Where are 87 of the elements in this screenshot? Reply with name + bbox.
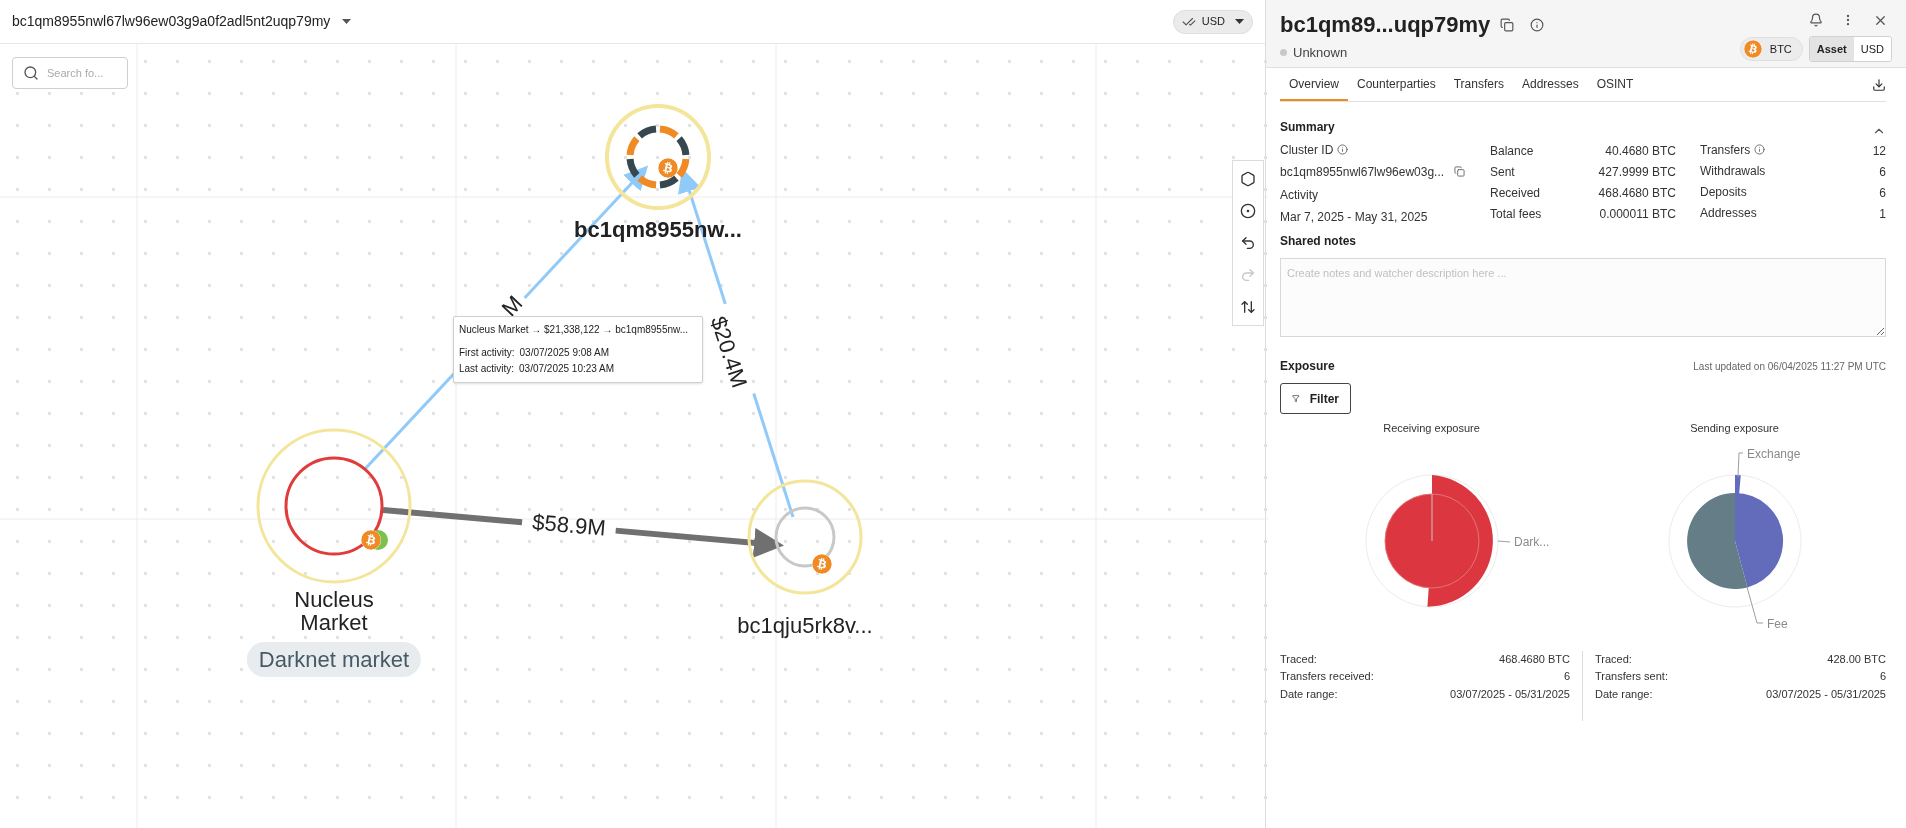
stat-value: 40.4680 BTC	[1605, 143, 1676, 157]
entity-node[interactable]	[256, 428, 412, 584]
tooltip-value: 03/07/2025 9:08 AM	[519, 346, 610, 360]
field-label: Cluster ID	[1280, 141, 1334, 159]
stat-label: Deposits	[1700, 183, 1747, 201]
stat-label: Transfers sent:	[1595, 669, 1668, 684]
panel-tab[interactable]: Addresses	[1512, 68, 1588, 101]
unit-toggle[interactable]: Asset	[1809, 37, 1854, 61]
caret-icon[interactable]	[342, 19, 352, 24]
chart-title: Sending exposure	[1690, 421, 1779, 436]
stat-label: Total fees	[1490, 206, 1542, 220]
stat-value: 6	[1563, 669, 1570, 684]
copy-icon[interactable]	[1454, 166, 1466, 177]
stat-label: Transfers received:	[1280, 669, 1374, 684]
stat-value: 03/07/2025 - 05/31/2025	[1450, 686, 1570, 702]
status-label: Unknown	[1293, 44, 1348, 62]
copy-icon[interactable]	[1500, 17, 1515, 32]
stat-value: 427.9999 BTC	[1598, 164, 1676, 178]
stat-value: 1	[1879, 206, 1886, 220]
stat-label: Date range:	[1595, 686, 1653, 702]
edge-amount: $20.4M	[704, 312, 754, 392]
edge-amount: $58.9M	[531, 508, 607, 543]
stat-label: Traced:	[1280, 651, 1317, 667]
chart-label: Exchange	[1746, 446, 1800, 461]
node-label: Nucleus Market	[293, 588, 375, 634]
bell-icon[interactable]	[1809, 13, 1823, 27]
filter-button[interactable]: Filter	[1280, 383, 1351, 414]
address-title: bc1qm8955nwl67lw96ew03g9a0f2adl5nt2uqp79my	[12, 12, 331, 31]
address-node[interactable]	[747, 479, 863, 595]
stat-label: Addresses	[1700, 204, 1757, 222]
node-label: bc1qju5rk8v...	[737, 612, 873, 640]
stat-value: 468.4680 BTC	[1598, 185, 1676, 199]
panel-tab[interactable]: Overview	[1280, 68, 1348, 101]
info-icon[interactable]	[1337, 144, 1349, 155]
caret-icon[interactable]	[1235, 19, 1244, 24]
info-icon[interactable]	[1530, 17, 1545, 32]
tooltip-label: First activity:	[459, 346, 515, 360]
section-heading: Exposure	[1280, 358, 1335, 375]
leader-line	[1746, 586, 1763, 623]
stat-value: 0.000011 BTC	[1599, 206, 1676, 220]
panel-title: bc1qm89...uqp79my	[1280, 11, 1491, 39]
tooltip-route: Nucleus Market → $21,338,122 → bc1qm8955nw...	[459, 323, 690, 337]
stat-label: Balance	[1490, 143, 1534, 157]
stat-label: Traced:	[1595, 651, 1632, 667]
category-tag: Darknet market	[246, 642, 422, 677]
chart-title: Receiving exposure	[1383, 421, 1480, 436]
tooltip-value: 03/07/2025 10:23 AM	[519, 362, 615, 376]
currency-dropdown[interactable]: USD	[1172, 9, 1253, 34]
leader-line	[1737, 452, 1743, 477]
asset-chip[interactable]: BTC	[1739, 37, 1803, 61]
search-field[interactable]: Search fo...	[12, 57, 128, 89]
stat-value: 468.4680 BTC	[1499, 651, 1570, 667]
chart-label: Fee	[1766, 616, 1788, 631]
activity-range: Mar 7, 2025 - May 31, 2025	[1280, 209, 1429, 224]
stat-value: 03/07/2025 - 05/31/2025	[1766, 686, 1886, 702]
node-label: bc1qm8955nw...	[574, 216, 742, 244]
panel-tab[interactable]: Transfers	[1444, 68, 1513, 101]
stat-value: 12	[1872, 143, 1886, 157]
section-heading: Shared notes	[1280, 233, 1358, 250]
search-icon	[23, 65, 39, 81]
stat-label: Transfers	[1700, 141, 1751, 159]
filter-icon	[1292, 392, 1300, 405]
section-heading: Summary	[1280, 119, 1335, 136]
stat-value: 6	[1879, 164, 1886, 178]
stat-label: Received	[1490, 185, 1541, 199]
stat-value: 428.00 BTC	[1827, 651, 1886, 667]
cluster-id: bc1qm8955nwl67lw96ew03g...	[1280, 163, 1445, 181]
stat-label: Sent	[1490, 164, 1515, 178]
leader-line	[1497, 540, 1510, 542]
panel-tab[interactable]: Counterparties	[1348, 68, 1445, 101]
chart-label: Dark...	[1513, 534, 1549, 549]
stat-label: Date range:	[1280, 686, 1338, 702]
stat-value: 6	[1879, 185, 1886, 199]
edge-amount: M	[495, 289, 529, 324]
unit-toggle[interactable]: USD	[1853, 37, 1891, 61]
info-icon[interactable]	[1754, 144, 1766, 155]
last-updated: Last updated on 06/04/2025 11:27 PM UTC	[1693, 359, 1886, 374]
edge-line[interactable]	[382, 507, 523, 526]
download-icon[interactable]	[1872, 78, 1886, 92]
notes-field[interactable]: Create notes and watcher description here ...	[1280, 258, 1886, 337]
stat-value: 6	[1879, 669, 1886, 684]
bitcoin-icon	[1743, 40, 1762, 58]
stat-label: Withdrawals	[1700, 162, 1766, 180]
cluster-node[interactable]	[605, 104, 711, 210]
field-label: Activity	[1280, 187, 1319, 202]
tooltip-label: Last activity:	[459, 362, 515, 376]
panel-tab[interactable]: OSINT	[1587, 68, 1643, 101]
